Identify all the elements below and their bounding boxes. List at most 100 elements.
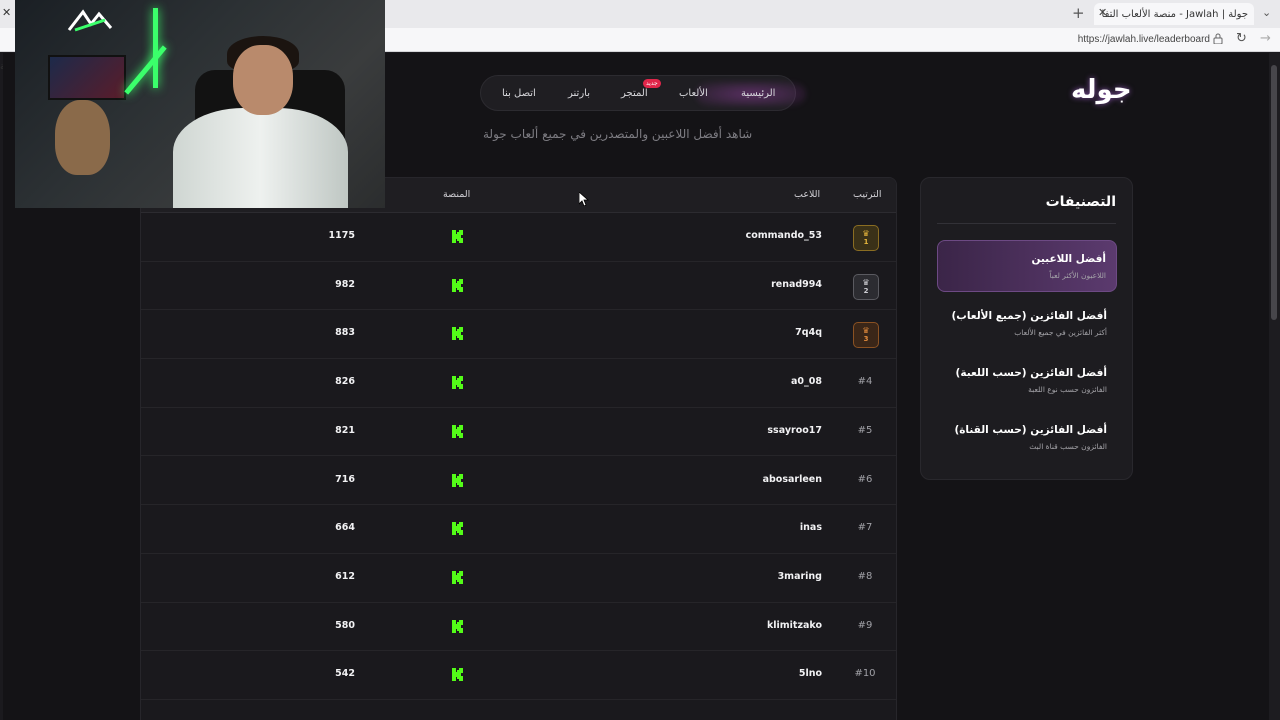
player-score: 1175 — [328, 230, 355, 241]
mouse-cursor-icon — [579, 192, 589, 206]
category-desc: الفائزون حسب نوع اللعبة — [1028, 385, 1107, 394]
streamer-face — [233, 45, 293, 115]
table-row[interactable]: #7 inas 664 — [141, 505, 896, 554]
streamer-logo-icon — [67, 9, 113, 32]
table-row[interactable]: #8 3maring 612 — [141, 554, 896, 603]
category-name: أفضل الفائزين (حسب القناة) — [954, 424, 1107, 436]
kick-icon — [452, 230, 463, 243]
kick-icon — [452, 619, 463, 633]
table-row[interactable]: #6 abosarleen 716 — [141, 457, 896, 506]
category-desc: أكثر الفائزين في جميع الألعاب — [1014, 328, 1107, 337]
table-row[interactable]: ♛ 3 7q4q 883 — [141, 310, 896, 360]
close-icon[interactable]: ✕ — [2, 6, 11, 19]
kick-icon — [452, 522, 463, 536]
category-top-players[interactable]: أفضل اللاعبين اللاعبون الأكثر لعباً — [937, 240, 1117, 292]
rank-number: #6 — [857, 473, 873, 485]
player-name[interactable]: klimitzako — [767, 620, 822, 631]
page-subtitle: شاهد أفضل اللاعبين والمتصدرين في جميع أل… — [483, 127, 753, 141]
reload-icon[interactable]: ↻ — [1236, 31, 1247, 46]
rank-number: 1 — [863, 238, 869, 246]
rank-number: #8 — [857, 570, 873, 582]
rank-badge-bronze: ♛ 3 — [853, 322, 879, 349]
crown-icon: ♛ — [862, 277, 870, 287]
header-rank: الترتيب — [853, 189, 882, 200]
player-score: 664 — [335, 522, 355, 534]
table-row[interactable]: ♛ 1 commando_53 1175 — [141, 213, 896, 262]
category-top-winners-all[interactable]: أفضل الفائزين (جميع الألعاب) أكثر الفائز… — [937, 298, 1117, 350]
nav-home[interactable]: الرئيسية — [741, 88, 775, 99]
player-score: 612 — [335, 570, 355, 582]
neon-light — [124, 45, 167, 95]
scrollbar-thumb[interactable] — [1271, 65, 1277, 320]
new-badge: جديد — [643, 79, 661, 88]
category-name: أفضل الفائزين (جميع الألعاب) — [951, 310, 1107, 322]
new-tab-button[interactable]: + — [1072, 4, 1085, 22]
table-row[interactable]: #9 klimitzako 580 — [141, 603, 896, 652]
rank-number: 3 — [863, 335, 869, 344]
table-row[interactable]: #10 5lno 542 — [141, 651, 896, 700]
kick-icon — [452, 278, 463, 292]
browser-tab[interactable]: جولة | Jawlah - منصة الألعاب التفا — [1094, 3, 1254, 25]
chevron-down-icon[interactable]: ⌄ — [1262, 6, 1271, 19]
category-top-winners-game[interactable]: أفضل الفائزين (حسب اللعبة) الفائزون حسب … — [937, 355, 1117, 407]
kick-icon — [452, 424, 463, 438]
player-score: 826 — [335, 376, 355, 388]
rank-badge-gold: ♛ 1 — [853, 225, 879, 251]
player-name[interactable]: inas — [800, 522, 822, 533]
site-logo[interactable]: جوله — [1071, 75, 1132, 105]
player-name[interactable]: abosarleen — [763, 474, 822, 485]
kick-icon — [452, 668, 463, 682]
table-row[interactable]: #5 ssayroo17 821 — [141, 408, 896, 457]
rank-number: #10 — [854, 668, 876, 680]
forward-icon[interactable]: → — [1260, 31, 1271, 46]
categories-title: التصنيفات — [1045, 194, 1116, 210]
rank-badge-silver: ♛ 2 — [853, 273, 879, 300]
scrollbar[interactable] — [1269, 53, 1280, 720]
rank-number: #9 — [857, 619, 873, 631]
main-nav: الرئيسية الألعاب المتجر جديد بارتنر اتصل… — [480, 75, 806, 111]
player-name[interactable]: commando_53 — [746, 230, 822, 241]
player-name[interactable]: 3maring — [778, 571, 822, 582]
nav-contact[interactable]: اتصل بنا — [502, 88, 536, 99]
rank-number: 2 — [863, 286, 869, 295]
lock-icon — [1213, 33, 1223, 44]
rank-number: #4 — [857, 376, 873, 388]
player-name[interactable]: ssayroo17 — [767, 425, 822, 436]
table-row[interactable]: ♛ 2 renad994 982 — [141, 262, 896, 311]
background-monitor — [48, 55, 126, 100]
table-row[interactable]: #4 a0_08 826 — [141, 359, 896, 408]
header-platform: المنصة — [443, 189, 471, 200]
crown-icon: ♛ — [862, 229, 870, 238]
divider — [937, 223, 1116, 224]
player-score: 821 — [335, 424, 355, 436]
leaderboard-table: الترتيب اللاعب المنصة ♛ 1 commando_53 1175 ♛… — [140, 177, 897, 720]
nav-partner[interactable]: بارتنر — [568, 88, 590, 99]
crown-icon: ♛ — [862, 326, 870, 336]
kick-icon — [452, 376, 463, 390]
kick-icon — [452, 473, 463, 487]
rank-number: #5 — [857, 424, 873, 436]
webcam-overlay — [15, 0, 385, 208]
header-player: اللاعب — [794, 189, 821, 200]
player-name[interactable]: a0_08 — [791, 376, 822, 387]
player-score: 716 — [335, 473, 355, 485]
kick-icon — [452, 570, 463, 584]
player-score: 542 — [335, 668, 355, 680]
teddy-bear — [55, 100, 110, 175]
player-score: 982 — [335, 278, 355, 290]
player-name[interactable]: renad994 — [771, 279, 822, 290]
player-name[interactable]: 5lno — [799, 668, 822, 679]
player-name[interactable]: 7q4q — [795, 327, 822, 338]
category-desc: الفائزون حسب قناة البث — [1029, 442, 1107, 451]
tab-title: جولة | Jawlah - منصة الألعاب التفا — [1101, 8, 1248, 20]
categories-panel: التصنيفات أفضل اللاعبين اللاعبون الأكثر … — [920, 177, 1133, 480]
player-score: 883 — [335, 327, 355, 339]
category-top-winners-channel[interactable]: أفضل الفائزين (حسب القناة) الفائزون حسب … — [937, 412, 1117, 464]
nav-games[interactable]: الألعاب — [679, 88, 708, 99]
player-score: 580 — [335, 619, 355, 631]
tab-close-icon[interactable]: ✕ — [1098, 6, 1107, 19]
nav-store[interactable]: المتجر — [621, 88, 648, 99]
url-field[interactable]: https://jawlah.live/leaderboard — [1078, 34, 1210, 45]
rank-number: #7 — [857, 522, 873, 534]
category-name: أفضل الفائزين (حسب اللعبة) — [955, 367, 1107, 379]
